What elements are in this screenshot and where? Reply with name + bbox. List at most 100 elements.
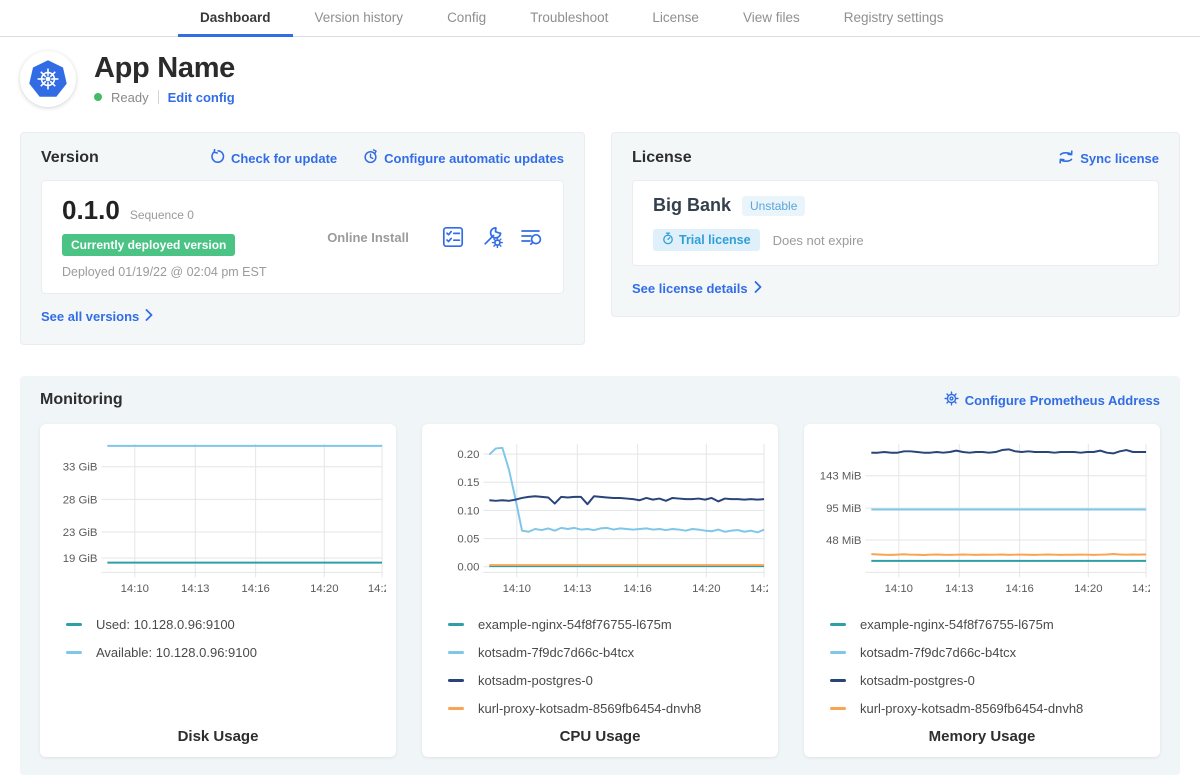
- legend-label: Available: 10.128.0.96:9100: [96, 645, 257, 660]
- legend-item: kotsadm-7f9dc7d66c-b4tcx: [448, 638, 768, 666]
- tab-view-files[interactable]: View files: [721, 0, 822, 37]
- edit-config-link[interactable]: Edit config: [168, 90, 235, 105]
- svg-text:14:23: 14:23: [1132, 583, 1150, 595]
- cpu-usage-legend: example-nginx-54f8f76755-l675m kotsadm-7f…: [448, 610, 768, 722]
- gear-icon: [944, 391, 959, 409]
- disk-usage-chart: 14:1014:1314:1614:2014:2333 GiB28 GiB23 …: [50, 436, 386, 602]
- svg-text:14:10: 14:10: [885, 583, 913, 595]
- tab-troubleshoot[interactable]: Troubleshoot: [508, 0, 630, 37]
- app-header: App Name Ready Edit config: [0, 37, 1200, 115]
- svg-text:14:13: 14:13: [945, 583, 973, 595]
- cards-row: Version Check for update Configure autom…: [0, 115, 1200, 345]
- disk-usage-card: 14:1014:1314:1614:2014:2333 GiB28 GiB23 …: [40, 424, 396, 757]
- memory-usage-chart: 14:10 14:13 14:16 14:20 14:23 143 MiB 95 MiB 48…: [814, 436, 1150, 602]
- legend-item: kotsadm-postgres-0: [830, 666, 1150, 694]
- expiry-text: Does not expire: [773, 233, 864, 248]
- svg-text:48 MiB: 48 MiB: [826, 535, 861, 547]
- legend-label: kurl-proxy-kotsadm-8569fb6454-dnvh8: [860, 701, 1083, 716]
- version-number: 0.1.0: [62, 195, 120, 226]
- monitoring-section: Monitoring Configure Prometheus Address …: [20, 376, 1180, 775]
- svg-text:14:20: 14:20: [692, 583, 720, 595]
- legend-swatch: [448, 679, 464, 682]
- disk-usage-title: Disk Usage: [50, 728, 386, 745]
- svg-text:14:13: 14:13: [563, 583, 591, 595]
- chevron-right-icon: [145, 309, 153, 324]
- svg-text:14:20: 14:20: [310, 583, 338, 595]
- tab-config[interactable]: Config: [425, 0, 508, 37]
- legend-label: kotsadm-7f9dc7d66c-b4tcx: [860, 645, 1016, 660]
- preflight-checklist-icon[interactable]: [442, 226, 464, 248]
- status-dot-icon: [94, 93, 102, 101]
- legend-label: kotsadm-7f9dc7d66c-b4tcx: [478, 645, 634, 660]
- sync-license-button[interactable]: Sync license: [1058, 150, 1159, 167]
- trial-license-badge: Trial license: [653, 229, 760, 251]
- legend-swatch: [830, 679, 846, 682]
- svg-text:23 GiB: 23 GiB: [63, 527, 98, 539]
- svg-text:14:10: 14:10: [121, 583, 149, 595]
- monitoring-title: Monitoring: [40, 391, 123, 409]
- legend-item: kurl-proxy-kotsadm-8569fb6454-dnvh8: [448, 694, 768, 722]
- legend-swatch: [66, 651, 82, 654]
- tab-version-history[interactable]: Version history: [293, 0, 426, 37]
- legend-item: Available: 10.128.0.96:9100: [66, 638, 386, 666]
- install-type-label: Online Install: [294, 230, 442, 245]
- svg-text:28 GiB: 28 GiB: [63, 494, 98, 506]
- tab-registry-settings[interactable]: Registry settings: [822, 0, 966, 37]
- configure-automatic-updates-button[interactable]: Configure automatic updates: [363, 149, 564, 167]
- legend-swatch: [830, 707, 846, 710]
- legend-swatch: [830, 651, 846, 654]
- logs-magnifier-icon[interactable]: [520, 226, 543, 248]
- legend-item: kotsadm-postgres-0: [448, 666, 768, 694]
- svg-text:143 MiB: 143 MiB: [820, 471, 862, 483]
- wrench-gear-icon[interactable]: [481, 226, 503, 248]
- legend-swatch: [448, 707, 464, 710]
- deployed-timestamp: Deployed 01/19/22 @ 02:04 pm EST: [62, 265, 294, 279]
- divider: [158, 90, 159, 104]
- legend-item: example-nginx-54f8f76755-l675m: [830, 610, 1150, 638]
- stopwatch-icon: [662, 232, 674, 248]
- page-title: App Name: [94, 53, 235, 85]
- svg-text:14:20: 14:20: [1074, 583, 1102, 595]
- svg-text:95 MiB: 95 MiB: [826, 503, 861, 515]
- license-panel: Big Bank Unstable Trial license Does not…: [632, 180, 1159, 266]
- legend-label: kurl-proxy-kotsadm-8569fb6454-dnvh8: [478, 701, 701, 716]
- legend-swatch: [448, 651, 464, 654]
- cpu-usage-title: CPU Usage: [432, 728, 768, 745]
- svg-text:19 GiB: 19 GiB: [63, 553, 98, 565]
- svg-text:14:16: 14:16: [241, 583, 269, 595]
- legend-item: Used: 10.128.0.96:9100: [66, 610, 386, 638]
- legend-label: kotsadm-postgres-0: [860, 673, 975, 688]
- see-license-details-link[interactable]: See license details: [632, 281, 762, 296]
- refresh-icon: [210, 149, 225, 167]
- memory-usage-title: Memory Usage: [814, 728, 1150, 745]
- svg-text:0.00: 0.00: [457, 562, 479, 574]
- svg-text:14:16: 14:16: [1005, 583, 1033, 595]
- legend-label: Used: 10.128.0.96:9100: [96, 617, 235, 632]
- check-for-update-button[interactable]: Check for update: [210, 149, 337, 167]
- swap-arrows-icon: [1058, 150, 1074, 167]
- memory-usage-legend: example-nginx-54f8f76755-l675m kotsadm-7f…: [830, 610, 1150, 722]
- svg-text:0.10: 0.10: [457, 505, 479, 517]
- current-version-panel: 0.1.0 Sequence 0 Currently deployed vers…: [41, 180, 564, 294]
- tab-dashboard[interactable]: Dashboard: [178, 0, 293, 37]
- tab-license[interactable]: License: [630, 0, 721, 37]
- legend-label: kotsadm-postgres-0: [478, 673, 593, 688]
- legend-label: example-nginx-54f8f76755-l675m: [478, 617, 672, 632]
- svg-text:33 GiB: 33 GiB: [63, 462, 98, 474]
- legend-swatch: [830, 623, 846, 626]
- svg-text:14:16: 14:16: [623, 583, 651, 595]
- see-all-versions-link[interactable]: See all versions: [41, 309, 153, 324]
- version-card: Version Check for update Configure autom…: [20, 132, 585, 345]
- legend-item: kurl-proxy-kotsadm-8569fb6454-dnvh8: [830, 694, 1150, 722]
- legend-swatch: [66, 623, 82, 626]
- legend-item: example-nginx-54f8f76755-l675m: [448, 610, 768, 638]
- legend-label: example-nginx-54f8f76755-l675m: [860, 617, 1054, 632]
- svg-text:0.20: 0.20: [457, 449, 479, 461]
- top-nav: Dashboard Version history Config Trouble…: [0, 0, 1200, 37]
- svg-text:0.15: 0.15: [457, 477, 479, 489]
- cpu-usage-chart: 14:1014:1314:1614:2014:230.200.150.100.0…: [432, 436, 768, 602]
- memory-usage-card: 14:10 14:13 14:16 14:20 14:23 143 MiB 95 MiB 48…: [804, 424, 1160, 757]
- configure-prometheus-button[interactable]: Configure Prometheus Address: [944, 391, 1160, 409]
- customer-name: Big Bank: [653, 195, 731, 216]
- chevron-right-icon: [754, 281, 762, 296]
